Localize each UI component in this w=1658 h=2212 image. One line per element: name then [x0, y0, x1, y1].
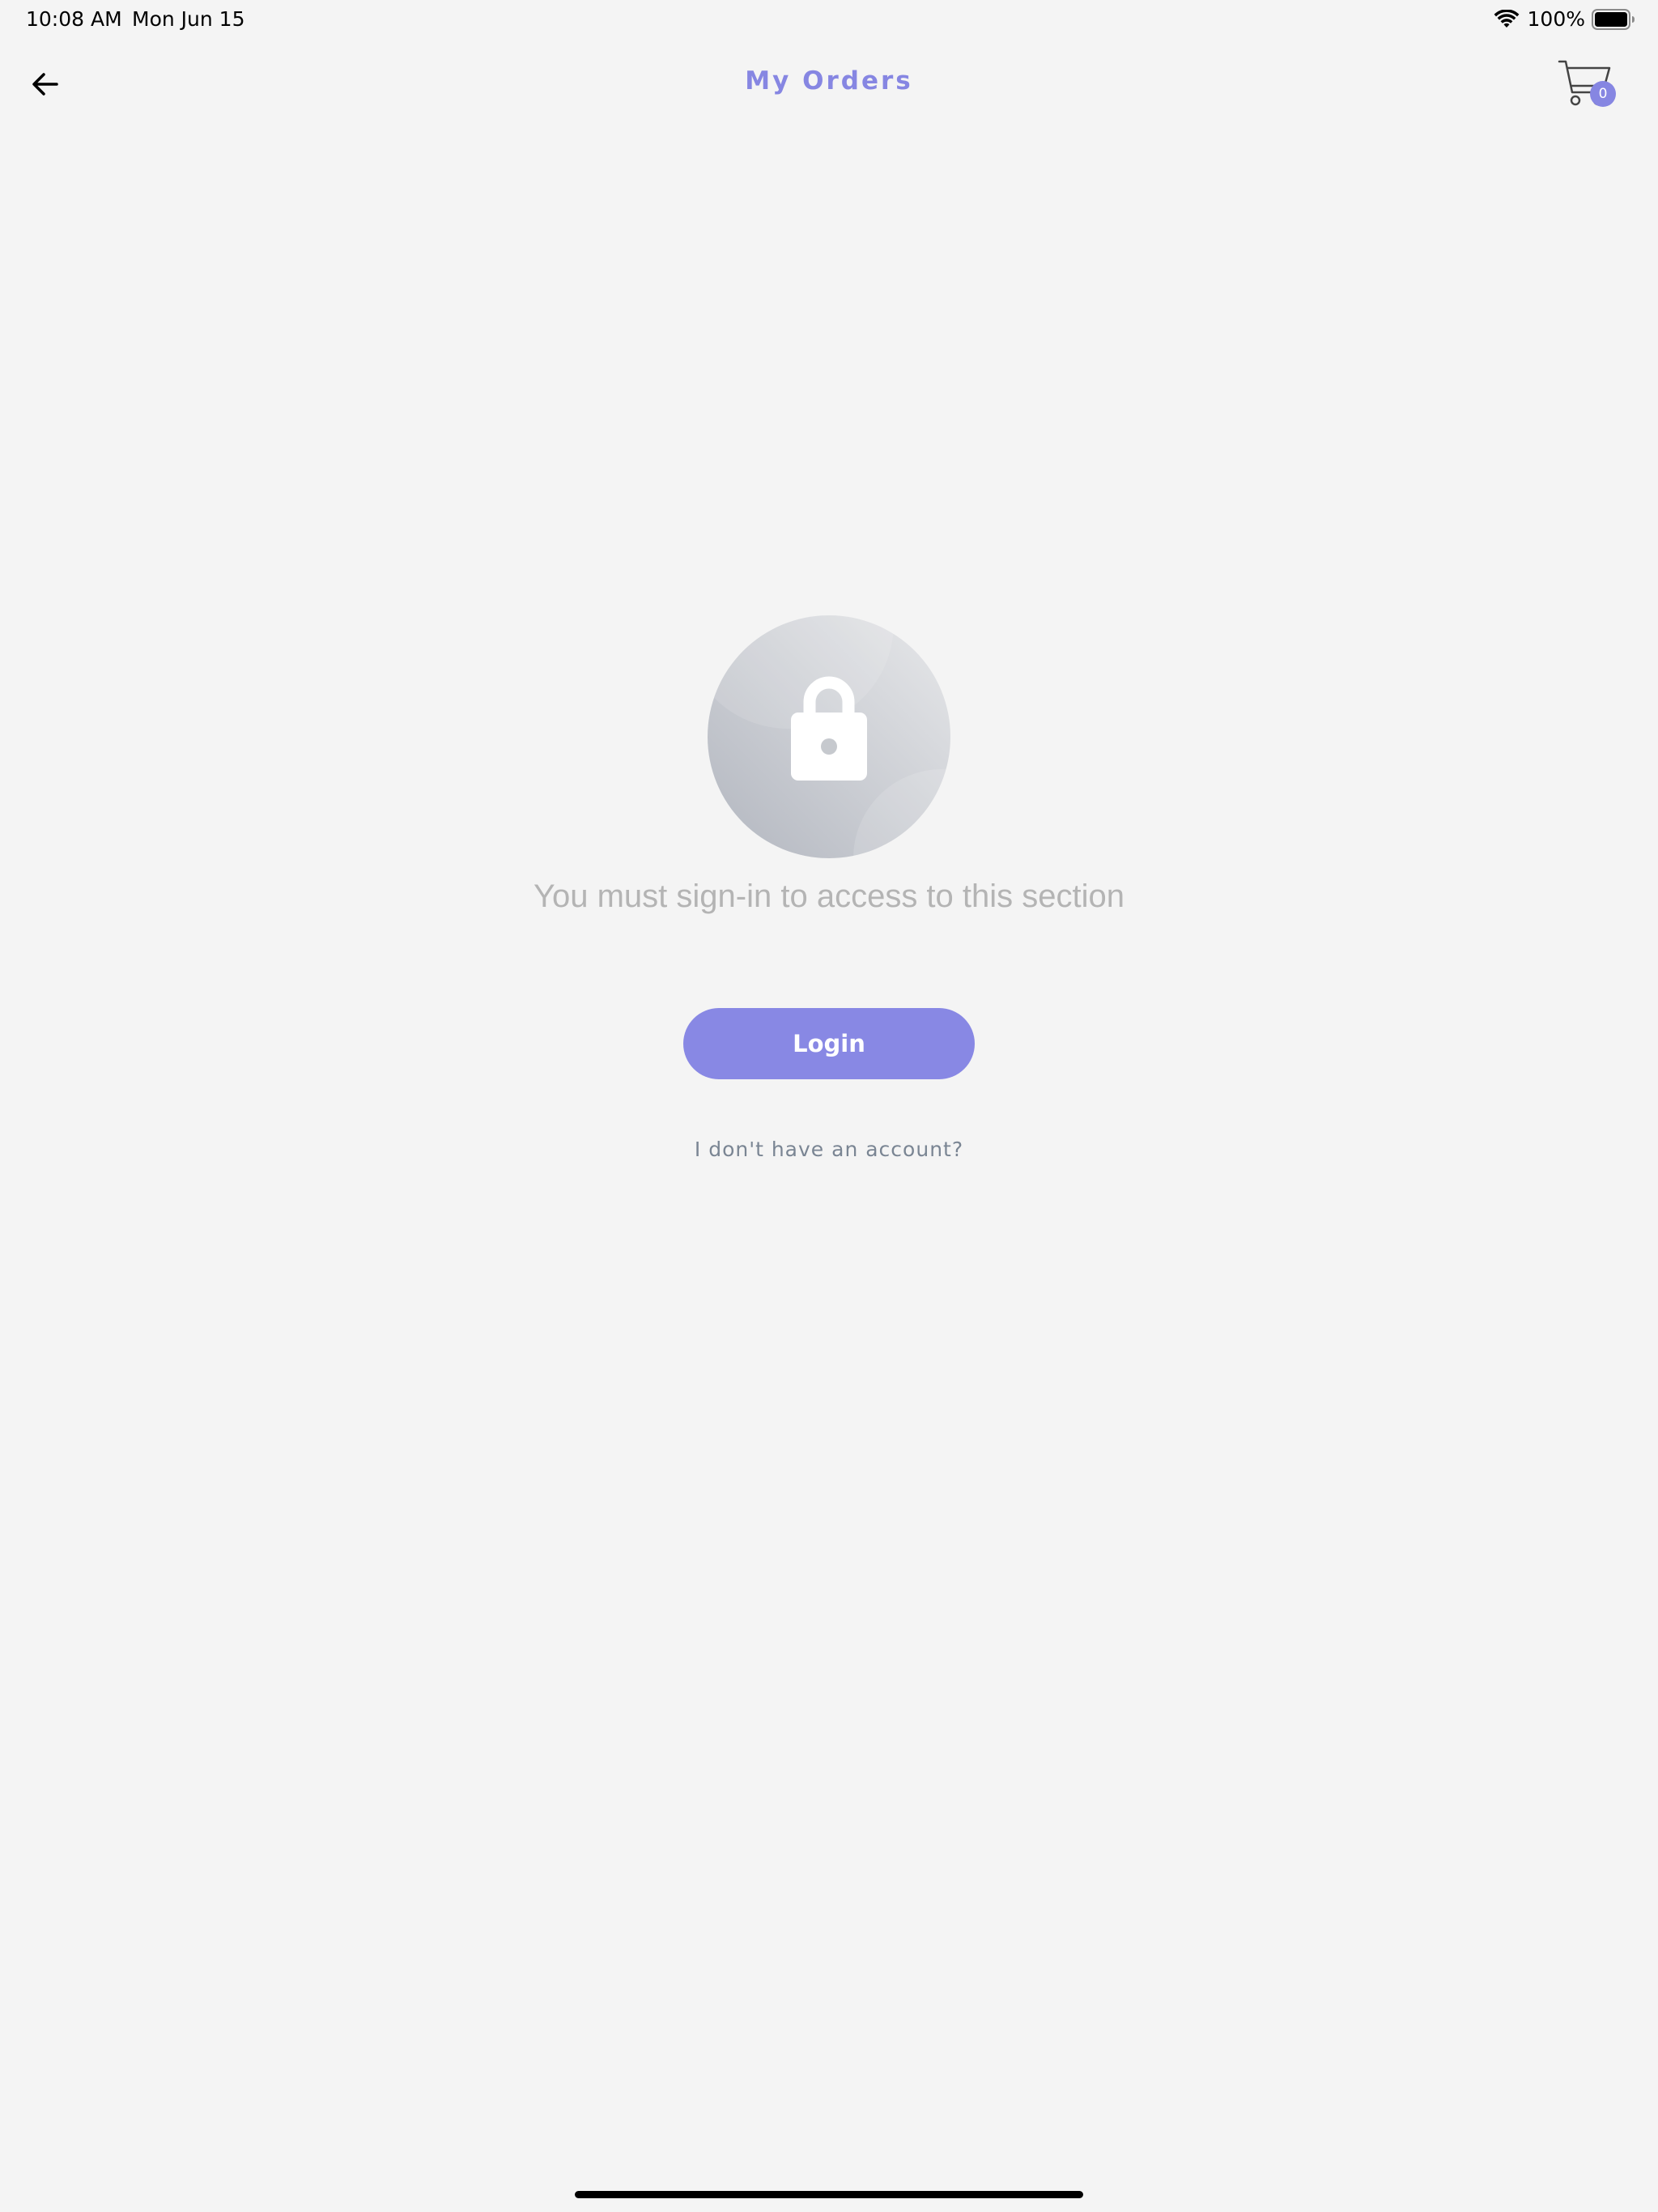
battery-full-icon: [1592, 9, 1635, 30]
login-button[interactable]: Login: [683, 1008, 975, 1079]
home-indicator[interactable]: [575, 2191, 1083, 2198]
status-date: Mon Jun 15: [132, 7, 245, 31]
status-time: 10:08 AM: [26, 7, 122, 31]
cart-count-badge: 0: [1590, 81, 1616, 107]
page-title: My Orders: [745, 66, 913, 96]
signin-required-message: You must sign-in to access to this secti…: [534, 878, 1124, 914]
lock-icon: [708, 615, 950, 858]
status-bar: 10:08 AM Mon Jun 15 100%: [0, 0, 1658, 39]
lock-illustration: [708, 615, 950, 858]
no-account-link[interactable]: I don't have an account?: [586, 1132, 1072, 1168]
arrow-left-icon: [29, 68, 62, 104]
battery-percent: 100%: [1527, 7, 1585, 31]
wifi-icon: [1494, 9, 1520, 29]
cart-button[interactable]: 0: [1558, 57, 1619, 112]
back-button[interactable]: [24, 65, 66, 107]
status-indicators: 100%: [1494, 5, 1635, 34]
